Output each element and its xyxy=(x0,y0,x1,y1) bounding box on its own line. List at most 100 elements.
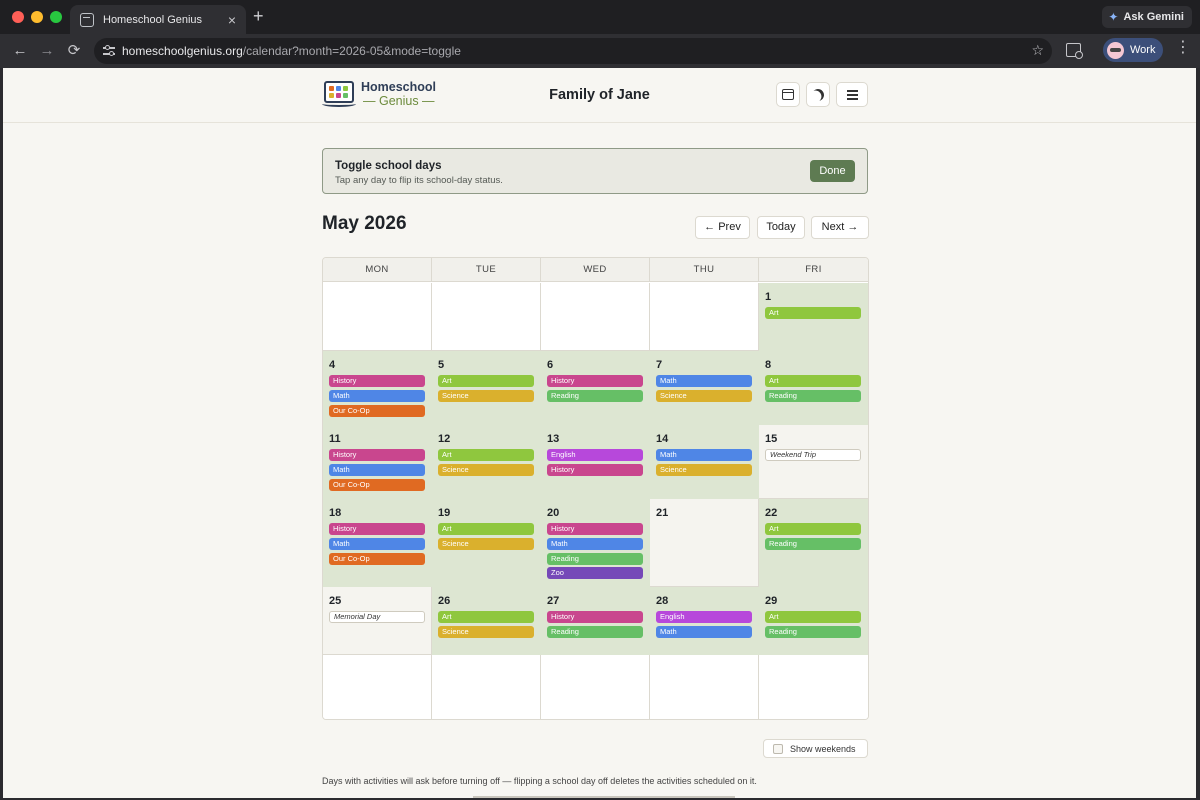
browser-toolbar: ← → ⟳ homeschoolgenius.org/calendar?mont… xyxy=(0,34,1200,68)
minimize-window-button[interactable] xyxy=(31,11,43,23)
activity-pill[interactable]: Science xyxy=(438,537,534,550)
activity-pill[interactable]: Art xyxy=(765,523,861,535)
activity-pill[interactable]: History xyxy=(329,375,425,387)
url-text[interactable]: homeschoolgenius.org/calendar?month=2026… xyxy=(122,44,461,58)
ask-gemini-label: Ask Gemini xyxy=(1123,11,1184,23)
new-tab-button[interactable]: + xyxy=(253,7,264,25)
activity-pill[interactable]: Science xyxy=(438,463,534,476)
activity-pill[interactable]: Science xyxy=(656,463,752,476)
forward-button[interactable]: → xyxy=(36,40,58,62)
calendar-day-cell[interactable]: 19 Art Science xyxy=(432,499,541,587)
calendar-day-cell[interactable]: 8 Art Reading xyxy=(759,351,868,425)
activity-pill[interactable]: Reading xyxy=(547,389,643,402)
show-weekends-toggle[interactable]: Show weekends xyxy=(763,739,868,758)
calendar-day-cell[interactable]: 21 xyxy=(650,499,759,587)
calendar-day-cell[interactable]: 15 Weekend Trip xyxy=(759,425,868,499)
bookmark-star-icon[interactable]: ☆ xyxy=(1031,42,1044,59)
activity-pill[interactable]: English xyxy=(547,449,643,461)
activity-pill[interactable]: History xyxy=(329,523,425,535)
day-number: 13 xyxy=(547,433,560,445)
activity-pill[interactable]: Reading xyxy=(765,389,861,402)
page-title: Family of Jane xyxy=(549,87,650,103)
activity-pill[interactable]: Art xyxy=(438,375,534,387)
activity-pill[interactable]: History xyxy=(547,611,643,623)
calendar-day-cell[interactable]: 1 Art xyxy=(759,283,868,351)
profile-avatar xyxy=(1107,41,1124,59)
activity-pill[interactable]: History xyxy=(547,463,643,476)
profile-button[interactable]: Work xyxy=(1103,38,1163,62)
calendar-day-cell[interactable]: 26 Art Science xyxy=(432,587,541,655)
activity-pill[interactable]: Math xyxy=(656,449,752,461)
activity-pill[interactable]: Art xyxy=(438,611,534,623)
activity-pill[interactable]: Science xyxy=(656,389,752,402)
next-month-button[interactable]: Next → xyxy=(811,216,869,239)
activity-pill[interactable]: Math xyxy=(329,389,425,402)
page-content: Homeschool — Genius — Family of Jane Tog… xyxy=(3,68,1196,798)
activity-pill[interactable]: Art xyxy=(438,449,534,461)
horizontal-scrollbar[interactable] xyxy=(473,796,735,798)
activity-pill[interactable]: Art xyxy=(765,375,861,387)
activity-pill[interactable]: Art xyxy=(438,523,534,535)
done-button[interactable]: Done xyxy=(810,160,855,182)
prev-month-button[interactable]: ← Prev xyxy=(695,216,750,239)
activity-pill[interactable]: Reading xyxy=(765,537,861,550)
today-button[interactable]: Today xyxy=(757,216,805,239)
activity-pill[interactable]: Reading xyxy=(547,625,643,638)
calendar-day-cell[interactable]: 4 History Math Our Co-Op xyxy=(323,351,432,425)
calendar-day-cell[interactable]: 13 English History xyxy=(541,425,650,499)
calendar-day-cell[interactable]: 27 History Reading xyxy=(541,587,650,655)
activity-pill[interactable]: Zoo xyxy=(547,567,643,580)
day-number: 28 xyxy=(656,595,669,607)
calendar-view-button[interactable] xyxy=(776,82,800,107)
activity-pill[interactable]: Science xyxy=(438,389,534,402)
banner-subtitle: Tap any day to flip its school-day statu… xyxy=(335,175,503,186)
calendar-day-cell[interactable]: 12 Art Science xyxy=(432,425,541,499)
activity-pill[interactable]: Math xyxy=(656,375,752,387)
close-window-button[interactable] xyxy=(12,11,24,23)
activity-pill[interactable]: History xyxy=(547,375,643,387)
ask-gemini-button[interactable]: ✦ Ask Gemini xyxy=(1102,6,1192,28)
day-number: 1 xyxy=(765,291,772,303)
dark-mode-toggle-button[interactable] xyxy=(806,82,830,107)
activity-pill[interactable]: Our Co-Op xyxy=(329,478,425,491)
calendar-day-cell[interactable]: 20 History Math Reading Zoo xyxy=(541,499,650,587)
calendar-day-cell[interactable]: 6 History Reading xyxy=(541,351,650,425)
day-number: 22 xyxy=(765,507,778,519)
holiday-label[interactable]: Memorial Day xyxy=(329,611,425,623)
calendar-day-cell[interactable]: 7 Math Science xyxy=(650,351,759,425)
activity-pill[interactable]: Reading xyxy=(547,552,643,565)
activity-pill[interactable]: English xyxy=(656,611,752,623)
activity-pill[interactable]: Art xyxy=(765,611,861,623)
zoom-window-button[interactable] xyxy=(50,11,62,23)
calendar-day-cell[interactable]: 28 English Math xyxy=(650,587,759,655)
calendar-day-cell[interactable]: 11 History Math Our Co-Op xyxy=(323,425,432,499)
reload-button[interactable]: ⟳ xyxy=(63,40,85,62)
activity-pill[interactable]: History xyxy=(329,449,425,461)
activity-pill[interactable]: Our Co-Op xyxy=(329,404,425,417)
menu-button[interactable] xyxy=(836,82,868,107)
activity-pill[interactable]: Math xyxy=(329,537,425,550)
back-button[interactable]: ← xyxy=(9,40,31,62)
browser-menu-icon[interactable]: ⋮ xyxy=(1175,40,1191,56)
activity-pill[interactable]: Our Co-Op xyxy=(329,552,425,565)
calendar-day-cell[interactable]: 25 Memorial Day xyxy=(323,587,432,655)
address-bar[interactable]: homeschoolgenius.org/calendar?month=2026… xyxy=(94,38,1052,64)
calendar-day-cell[interactable]: 22 Art Reading xyxy=(759,499,868,587)
calendar-day-cell[interactable]: 5 Art Science xyxy=(432,351,541,425)
activity-pill[interactable]: Reading xyxy=(765,625,861,638)
activity-pill[interactable]: Math xyxy=(547,537,643,550)
site-settings-icon[interactable] xyxy=(103,44,117,58)
activity-pill[interactable]: History xyxy=(547,523,643,535)
holiday-label[interactable]: Weekend Trip xyxy=(765,449,861,461)
activity-pill[interactable]: Science xyxy=(438,625,534,638)
show-weekends-checkbox[interactable] xyxy=(773,744,783,754)
tab-search-icon[interactable] xyxy=(1066,43,1083,59)
tab-close-icon[interactable]: × xyxy=(228,13,236,27)
browser-tab[interactable]: Homeschool Genius × xyxy=(70,5,246,34)
calendar-day-cell[interactable]: 18 History Math Our Co-Op xyxy=(323,499,432,587)
calendar-day-cell[interactable]: 14 Math Science xyxy=(650,425,759,499)
activity-pill[interactable]: Math xyxy=(656,625,752,638)
calendar-day-cell[interactable]: 29 Art Reading xyxy=(759,587,868,655)
activity-pill[interactable]: Art xyxy=(765,307,861,319)
activity-pill[interactable]: Math xyxy=(329,463,425,476)
